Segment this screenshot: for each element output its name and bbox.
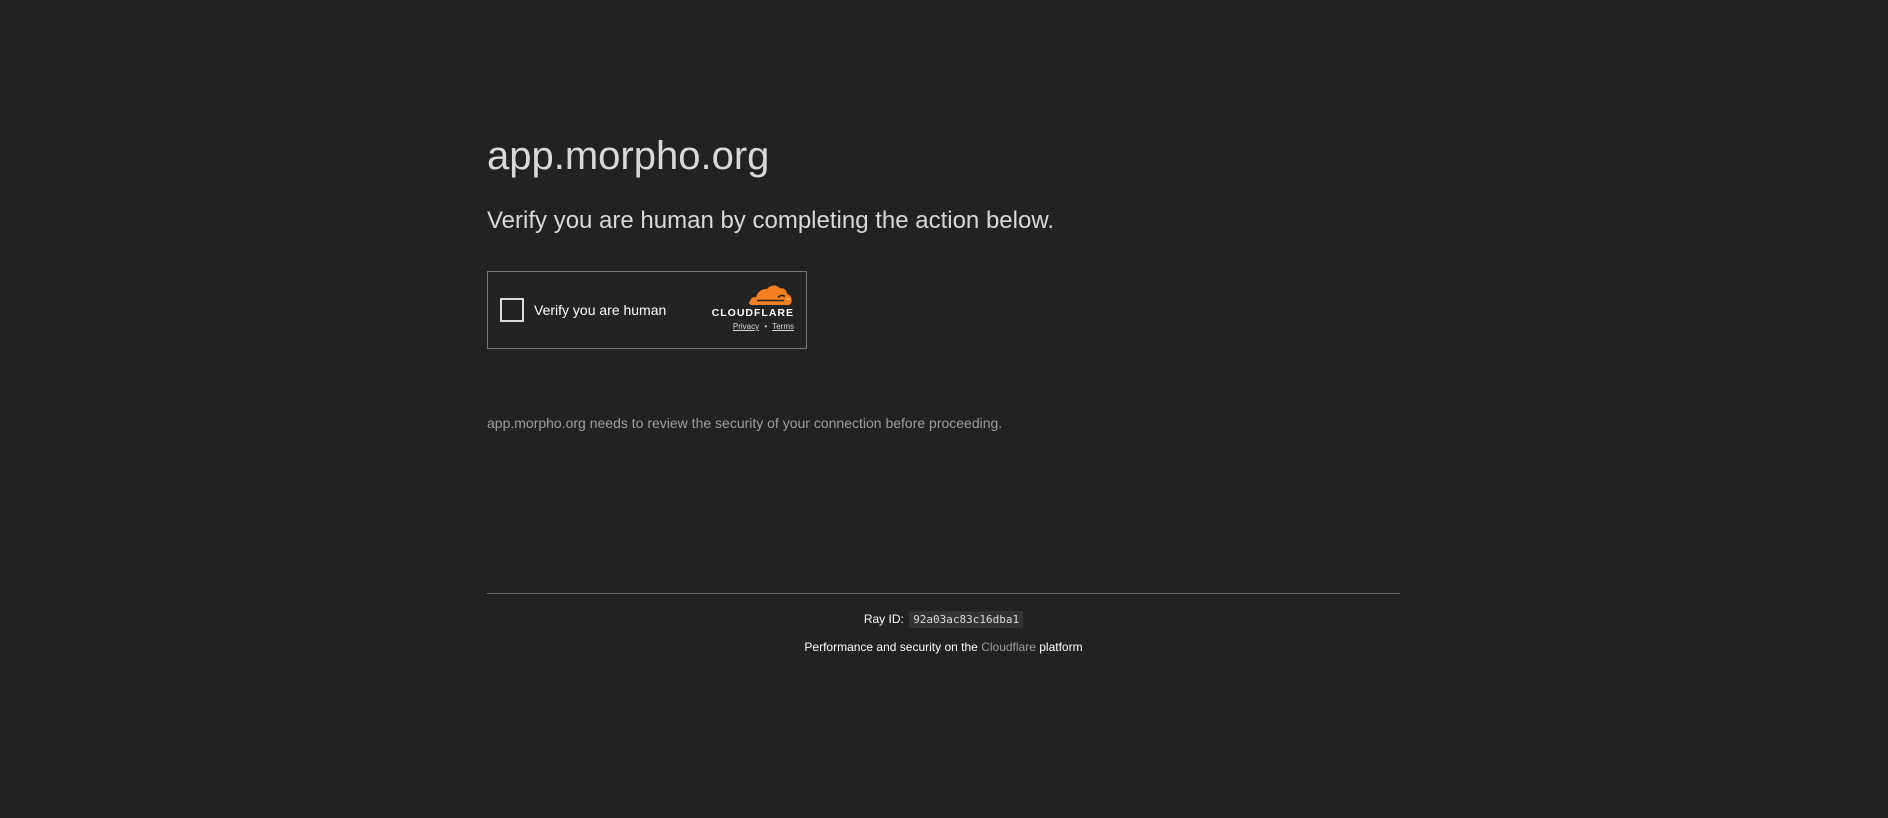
performance-suffix: platform: [1039, 640, 1083, 654]
footer: Ray ID: 92a03ac83c16dba1 Performance and…: [487, 593, 1400, 654]
link-separator: •: [764, 322, 768, 331]
page-subtitle: Verify you are human by completing the a…: [487, 207, 1054, 234]
turnstile-widget: Verify you are human CLOUDFLARE Privacy …: [487, 271, 807, 349]
cloudflare-branding: CLOUDFLARE Privacy • Terms: [702, 284, 794, 336]
verify-checkbox-area[interactable]: Verify you are human: [500, 298, 666, 322]
terms-link[interactable]: Terms: [772, 322, 794, 331]
verify-checkbox[interactable]: [500, 298, 524, 322]
ray-id-label: Ray ID:: [863, 612, 904, 626]
branding-links: Privacy • Terms: [733, 322, 794, 331]
cloudflare-link[interactable]: Cloudflare: [981, 640, 1036, 654]
performance-line: Performance and security on the Cloudfla…: [487, 640, 1400, 654]
performance-prefix: Performance and security on the: [804, 640, 978, 654]
ray-id-value: 92a03ac83c16dba1: [909, 611, 1024, 628]
challenge-page: app.morpho.org Verify you are human by c…: [0, 0, 1888, 818]
verify-checkbox-label[interactable]: Verify you are human: [534, 302, 666, 318]
page-title: app.morpho.org: [487, 134, 770, 178]
cloudflare-wordmark: CLOUDFLARE: [711, 307, 794, 319]
security-notice: app.morpho.org needs to review the secur…: [487, 415, 1003, 431]
ray-id-line: Ray ID: 92a03ac83c16dba1: [487, 611, 1400, 628]
cloudflare-cloud-icon: [749, 285, 792, 305]
privacy-link[interactable]: Privacy: [733, 322, 759, 331]
